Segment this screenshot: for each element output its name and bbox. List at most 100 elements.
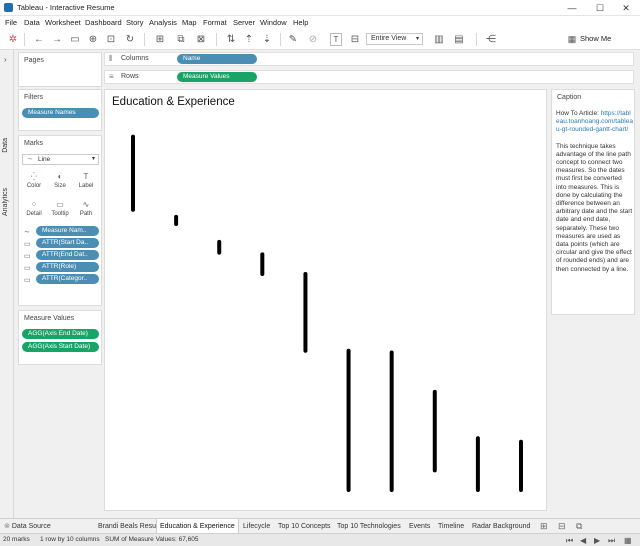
new-data-source-icon[interactable]: ⊕: [86, 33, 100, 46]
marks-tooltip-button[interactable]: ▭ Tooltip: [48, 198, 72, 222]
menu-server[interactable]: Server: [233, 18, 255, 27]
expand-pane-icon[interactable]: ›: [4, 55, 7, 64]
measure-pill[interactable]: AGG(Axis End Date): [22, 329, 99, 339]
tab-brandi-beals-resume[interactable]: Brandi Beals Resume: [86, 519, 166, 534]
marks-title: Marks: [24, 140, 44, 147]
tooltip-field-icon: ▭: [24, 277, 31, 284]
nav-last-icon[interactable]: ⏭: [608, 536, 615, 546]
marks-field-pill[interactable]: ATTR(Role): [36, 262, 99, 272]
chevron-down-icon: ▾: [415, 36, 419, 42]
forward-icon[interactable]: →: [50, 33, 64, 46]
measure-values-title: Measure Values: [24, 315, 75, 322]
tab-analytics[interactable]: Analytics: [2, 188, 9, 216]
tab-label: Top 10 Concepts: [278, 523, 331, 530]
new-dashboard-icon[interactable]: ⊟: [558, 519, 566, 534]
back-icon[interactable]: ←: [32, 33, 46, 46]
window-title: Tableau - Interactive Resume: [17, 3, 115, 12]
refresh-icon[interactable]: ↻: [122, 33, 138, 46]
path-field-icon: ∼: [24, 229, 30, 236]
pause-updates-icon[interactable]: ⊡: [104, 33, 118, 46]
tab-radar-background[interactable]: Radar Background: [472, 519, 530, 534]
columns-shelf[interactable]: ⦀ Columns Name: [104, 52, 634, 66]
marks-field-pill[interactable]: Measure Nam..: [36, 226, 99, 236]
fix-axes-icon[interactable]: ⊟: [348, 33, 362, 46]
new-worksheet-icon[interactable]: ⊞: [152, 33, 168, 46]
caption-card: Caption How To Article: https://tableau.…: [551, 89, 635, 315]
tooltip-field-icon: ▭: [24, 265, 31, 272]
marks-size-button[interactable]: ◐ Size: [48, 170, 72, 194]
menu-file[interactable]: File: [5, 18, 17, 27]
marks-path-button[interactable]: ∿ Path: [74, 198, 98, 222]
menu-data[interactable]: Data: [24, 18, 40, 27]
caption-title: Caption: [557, 94, 582, 101]
tab-label: Events: [409, 523, 431, 530]
menu-window[interactable]: Window: [260, 18, 287, 27]
presentation-mode-icon[interactable]: ▤: [452, 33, 466, 46]
duplicate-sheet-icon[interactable]: ⧉: [174, 33, 188, 46]
nav-first-icon[interactable]: ⏮: [566, 536, 573, 546]
menu-help[interactable]: Help: [293, 18, 308, 27]
path-label: Path: [79, 211, 93, 217]
clear-sheet-icon[interactable]: ⊠: [194, 33, 208, 46]
tooltip-field-icon: ▭: [24, 241, 31, 248]
rows-pill-measure-values[interactable]: Measure Values: [177, 72, 257, 82]
chevron-down-icon: ▾: [91, 156, 95, 162]
fit-view-select[interactable]: Entire View ▾: [366, 33, 423, 45]
tab-timeline[interactable]: Timeline: [438, 519, 464, 534]
menu-story[interactable]: Story: [126, 18, 144, 27]
tab-top-10-concepts[interactable]: Top 10 Concepts: [278, 519, 331, 534]
pages-card[interactable]: Pages: [18, 52, 102, 87]
menu-dashboard[interactable]: Dashboard: [85, 18, 122, 27]
sort-descending-icon[interactable]: ⇣: [260, 33, 274, 46]
marks-color-button[interactable]: ⁛ Color: [22, 170, 46, 194]
minimize-button[interactable]: —: [560, 0, 584, 16]
tooltip-field-icon: ▭: [24, 253, 31, 260]
new-worksheet-icon[interactable]: ⊞: [540, 519, 548, 534]
filter-pill-measure-names[interactable]: Measure Names: [22, 108, 99, 118]
tab-data-source[interactable]: ⊚ Data Source: [4, 519, 51, 534]
highlight-icon[interactable]: ✎: [286, 33, 300, 46]
marks-detail-button[interactable]: ⁘ Detail: [22, 198, 46, 222]
marks-field-pill[interactable]: ATTR(Start Da..: [36, 238, 99, 248]
menu-analysis[interactable]: Analysis: [149, 18, 177, 27]
swap-rows-columns-icon[interactable]: ⇅: [224, 33, 238, 46]
sheet-tab-bar: ⊚ Data Source Brandi Beals Resume Educati…: [0, 518, 640, 534]
marks-field-pill[interactable]: ATTR(End Dat..: [36, 250, 99, 260]
tab-top-10-technologies[interactable]: Top 10 Technologies: [337, 519, 401, 534]
show-me-icon[interactable]: ▦: [566, 33, 578, 46]
save-icon[interactable]: ▭: [68, 33, 82, 46]
show-mark-labels-icon[interactable]: T: [330, 33, 342, 46]
database-icon: ⊚: [4, 523, 10, 530]
rows-shelf[interactable]: ≡ Rows Measure Values: [104, 70, 634, 84]
measure-pill[interactable]: AGG(Axis Start Date): [22, 342, 99, 352]
share-icon[interactable]: ⋲: [484, 33, 498, 46]
viz-canvas[interactable]: Education & Experience: [104, 89, 547, 511]
tab-data[interactable]: Data: [2, 138, 9, 153]
sort-ascending-icon[interactable]: ⇡: [242, 33, 256, 46]
tab-education-experience[interactable]: Education & Experience: [156, 519, 239, 534]
tab-lifecycle[interactable]: Lifecycle: [243, 519, 270, 534]
tooltip-icon: ▭: [56, 200, 64, 209]
tab-events[interactable]: Events: [409, 519, 430, 534]
mark-type-select[interactable]: ∼ Line ▾: [22, 154, 99, 165]
marks-field-pill[interactable]: ATTR(Categor..: [36, 274, 99, 284]
marks-label-button[interactable]: T Label: [74, 170, 98, 194]
nav-next-icon[interactable]: ▶: [594, 536, 600, 545]
sheet-sorter-icon[interactable]: ▦: [624, 536, 632, 545]
new-story-icon[interactable]: ⧉: [576, 519, 582, 534]
menu-map[interactable]: Map: [182, 18, 197, 27]
caption-link-prefix: How To Article:: [556, 110, 601, 117]
tableau-home-icon[interactable]: ✲: [6, 33, 20, 46]
close-button[interactable]: ✕: [614, 0, 638, 16]
show-cards-icon[interactable]: ▥: [432, 33, 446, 46]
show-me-button[interactable]: Show Me: [580, 34, 611, 43]
maximize-button[interactable]: ☐: [588, 0, 612, 16]
menu-format[interactable]: Format: [203, 18, 227, 27]
nav-prev-icon[interactable]: ◀: [580, 536, 586, 545]
tab-label: Lifecycle: [243, 523, 271, 530]
columns-pill-name[interactable]: Name: [177, 54, 257, 64]
menu-worksheet[interactable]: Worksheet: [45, 18, 81, 27]
columns-label: Columns: [121, 55, 149, 62]
group-members-icon[interactable]: ⊘: [306, 33, 320, 46]
gantt-chart[interactable]: [105, 90, 546, 510]
